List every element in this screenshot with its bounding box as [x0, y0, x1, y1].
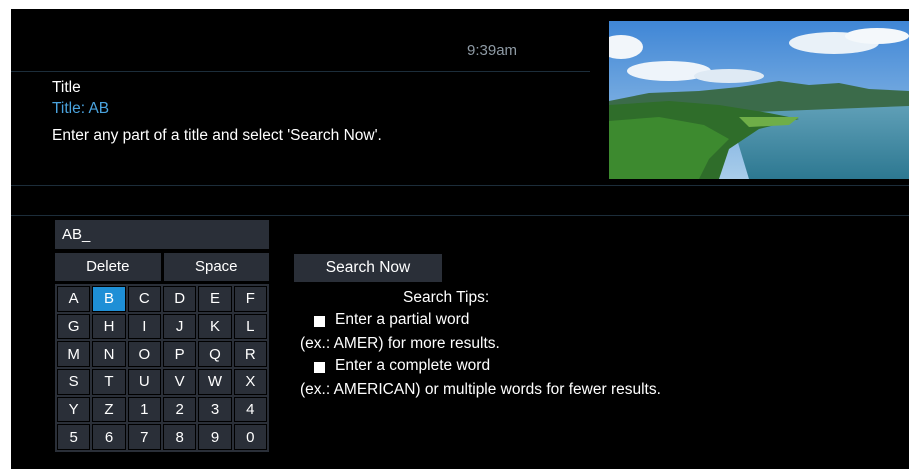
key-y[interactable]: Y — [57, 396, 91, 423]
key-2[interactable]: 2 — [162, 396, 197, 423]
current-search-title: Title: AB — [52, 100, 110, 117]
tip2-bullet-icon — [314, 362, 325, 373]
key-9[interactable]: 9 — [198, 424, 232, 450]
key-v[interactable]: V — [162, 368, 197, 395]
key-k[interactable]: K — [198, 313, 232, 340]
key-w[interactable]: W — [198, 368, 232, 395]
key-0[interactable]: 0 — [233, 424, 267, 450]
key-b[interactable]: B — [92, 286, 126, 312]
key-z[interactable]: Z — [92, 396, 126, 423]
landscape-thumbnail — [609, 21, 909, 179]
key-c[interactable]: C — [127, 286, 161, 312]
clock-time: 9:39am — [467, 42, 518, 59]
key-3[interactable]: 3 — [198, 396, 232, 423]
tip1-title: Enter a partial word — [335, 311, 470, 328]
instruction-text: Enter any part of a title and select 'Se… — [52, 127, 382, 144]
tip1-bullet-icon — [314, 316, 325, 327]
header-divider — [11, 71, 590, 72]
tip1-detail: (ex.: AMER) for more results. — [300, 335, 500, 352]
key-o[interactable]: O — [127, 341, 161, 367]
tv-guide-screen: 9:39am Title Title: AB Enter any part of… — [11, 9, 909, 469]
section-divider-bottom — [11, 215, 909, 216]
key-8[interactable]: 8 — [162, 424, 197, 450]
search-mode-label: Title — [52, 79, 81, 96]
space-key[interactable]: Space — [163, 253, 269, 281]
key-i[interactable]: I — [127, 313, 161, 340]
key-m[interactable]: M — [57, 341, 91, 367]
key-s[interactable]: S — [57, 368, 91, 395]
key-h[interactable]: H — [92, 313, 126, 340]
key-e[interactable]: E — [198, 286, 232, 312]
key-6[interactable]: 6 — [92, 424, 126, 450]
key-t[interactable]: T — [92, 368, 126, 395]
key-p[interactable]: P — [162, 341, 197, 367]
keyboard-action-row: Delete Space — [55, 253, 269, 281]
key-r[interactable]: R — [233, 341, 267, 367]
search-now-button[interactable]: Search Now — [294, 254, 442, 282]
key-7[interactable]: 7 — [127, 424, 161, 450]
search-tips-heading: Search Tips: — [403, 289, 490, 306]
key-u[interactable]: U — [127, 368, 161, 395]
key-j[interactable]: J — [162, 313, 197, 340]
section-divider-top — [11, 185, 909, 186]
key-5[interactable]: 5 — [57, 424, 91, 450]
key-4[interactable]: 4 — [233, 396, 267, 423]
delete-key[interactable]: Delete — [55, 253, 161, 281]
search-input-field[interactable]: AB_ — [55, 220, 269, 249]
tip2-title: Enter a complete word — [335, 357, 491, 374]
key-d[interactable]: D — [162, 286, 197, 312]
key-f[interactable]: F — [233, 286, 267, 312]
key-a[interactable]: A — [57, 286, 91, 312]
video-preview — [609, 21, 909, 179]
key-n[interactable]: N — [92, 341, 126, 367]
key-x[interactable]: X — [233, 368, 267, 395]
tip2-detail: (ex.: AMERICAN) or multiple words for fe… — [300, 381, 661, 398]
key-1[interactable]: 1 — [127, 396, 161, 423]
key-q[interactable]: Q — [198, 341, 232, 367]
key-l[interactable]: L — [233, 313, 267, 340]
key-g[interactable]: G — [57, 313, 91, 340]
onscreen-keyboard: ABCDEF GHIJKL MNOPQR STUVWX YZ1234 567890 — [55, 284, 269, 452]
